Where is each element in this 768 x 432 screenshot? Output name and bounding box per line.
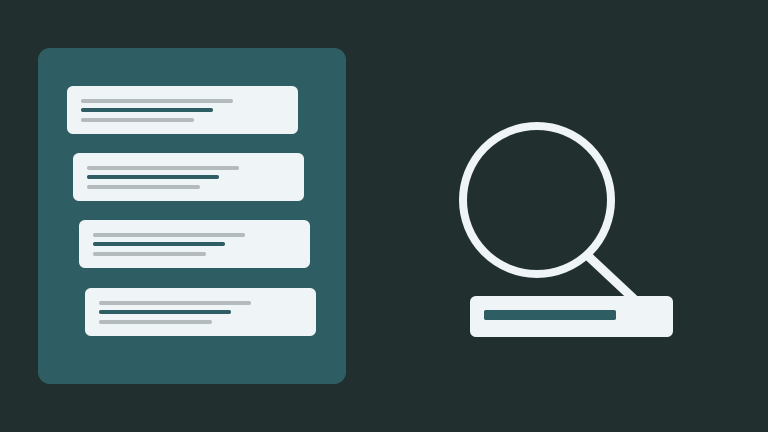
result-highlight-line: [93, 242, 225, 246]
result-title-line: [99, 301, 251, 305]
result-card[interactable]: [67, 86, 298, 134]
result-highlight-line: [87, 175, 219, 179]
result-detail-line: [93, 252, 206, 256]
search-input[interactable]: [470, 296, 673, 337]
result-card[interactable]: [79, 220, 310, 268]
results-panel: [38, 48, 346, 384]
result-card[interactable]: [73, 153, 304, 201]
result-card[interactable]: [85, 288, 316, 336]
result-detail-line: [99, 320, 212, 324]
magnifier-lens: [459, 122, 615, 278]
magnifying-glass-icon: [459, 122, 640, 305]
result-highlight-line: [81, 108, 213, 112]
result-title-line: [93, 233, 245, 237]
result-title-line: [87, 166, 239, 170]
result-detail-line: [87, 185, 200, 189]
illustration-canvas: [0, 0, 768, 432]
result-detail-line: [81, 118, 194, 122]
magnifier-handle: [583, 251, 640, 305]
search-query-bar: [484, 310, 616, 320]
result-title-line: [81, 99, 233, 103]
result-highlight-line: [99, 310, 231, 314]
